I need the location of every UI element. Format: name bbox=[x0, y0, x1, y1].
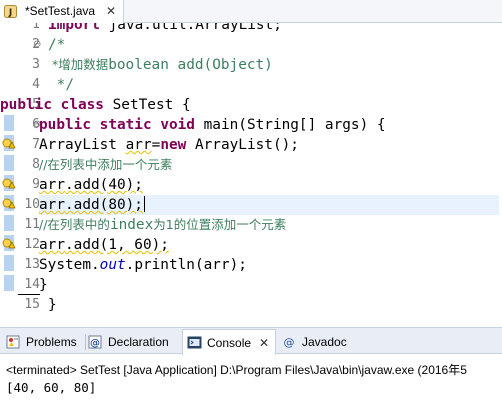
comment-text: *增加数据 bbox=[48, 57, 109, 72]
code-line-2: /* bbox=[48, 37, 66, 53]
line-number: 3 bbox=[32, 57, 40, 72]
javadoc-icon: @ bbox=[284, 336, 295, 349]
code-line-3: *增加数据boolean add(Object) bbox=[48, 55, 273, 75]
line-number: 4 bbox=[32, 77, 40, 92]
code-line-9: arr.add(40); bbox=[39, 175, 143, 195]
variable-arr: arr bbox=[39, 177, 65, 193]
comment-text: boolean add(Object) bbox=[108, 57, 273, 73]
editor-tab-settest[interactable]: J *SetTest.java ✕ bbox=[0, 0, 124, 23]
svg-text:@: @ bbox=[284, 336, 295, 349]
comment-text: 为1的位置添加一个元素 bbox=[153, 217, 287, 232]
code-line-1: import java.util.ArrayList; bbox=[48, 23, 282, 35]
code-text: = bbox=[151, 137, 161, 153]
tab-label: Problems bbox=[26, 335, 77, 349]
tab-declaration[interactable]: @ Declaration bbox=[88, 330, 169, 354]
view-tab-bar: Problems @ Declaration Console ✕ @ Javad… bbox=[0, 328, 502, 355]
problems-icon bbox=[6, 335, 20, 349]
console-status-line: <terminated> SetTest [Java Application] … bbox=[6, 363, 467, 377]
static-field: out bbox=[99, 257, 126, 273]
tab-separator bbox=[85, 334, 86, 350]
code-text: .add(40); bbox=[65, 177, 143, 193]
tab-console[interactable]: Console ✕ bbox=[182, 329, 276, 355]
change-marker bbox=[4, 155, 14, 171]
code-line-15: } bbox=[48, 297, 57, 311]
warning-icon[interactable] bbox=[2, 196, 16, 210]
change-marker bbox=[4, 115, 14, 131]
code-editor[interactable]: 1 2 3 4 5 6 7 8 9 10 11 12 13 14 15 ⊖ ⊖ … bbox=[0, 23, 502, 311]
keyword: class bbox=[60, 97, 104, 113]
code-text: .add(1, 60); bbox=[65, 237, 169, 253]
code-line-10: arr.add(80); bbox=[39, 195, 499, 215]
code-text: ArrayList bbox=[39, 137, 126, 153]
code-text: SetTest { bbox=[103, 97, 191, 113]
current-line-indicator bbox=[18, 294, 40, 295]
panel-divider bbox=[0, 311, 502, 327]
tab-label: Declaration bbox=[108, 335, 169, 349]
warning-icon[interactable] bbox=[2, 176, 16, 190]
code-line-14: } bbox=[39, 277, 48, 293]
code-line-7: ArrayList arr=new ArrayList(); bbox=[39, 135, 299, 155]
code-line-13: System.out.println(arr); bbox=[39, 255, 247, 275]
keyword: void bbox=[160, 117, 195, 133]
editor-tab-title: *SetTest.java bbox=[25, 4, 96, 18]
variable-arr: arr bbox=[39, 197, 65, 213]
warning-icon[interactable] bbox=[2, 236, 16, 250]
line-number: 11 bbox=[24, 217, 40, 232]
tab-label: Javadoc bbox=[302, 335, 347, 349]
code-text: ArrayList(); bbox=[186, 137, 299, 153]
keyword: static bbox=[99, 117, 152, 133]
code-line-6: public static void main(String[] args) { bbox=[39, 115, 386, 135]
left-ruler bbox=[0, 23, 18, 311]
text-cursor bbox=[143, 196, 145, 212]
java-file-icon: J bbox=[4, 5, 17, 18]
close-icon[interactable]: ✕ bbox=[106, 4, 116, 18]
code-text: java.util.ArrayList; bbox=[99, 23, 282, 33]
change-marker bbox=[4, 275, 14, 291]
tab-javadoc[interactable]: @ Javadoc bbox=[282, 330, 347, 354]
console-output[interactable]: [40, 60, 80] bbox=[6, 380, 96, 395]
code-line-8: //在列表中添加一个元素 bbox=[39, 155, 172, 175]
fold-toggle-icon[interactable]: ⊖ bbox=[33, 35, 41, 55]
editor-tab-bar: J *SetTest.java ✕ bbox=[0, 0, 502, 23]
code-line-4: */ bbox=[48, 77, 74, 93]
console-icon bbox=[187, 336, 202, 348]
code-text: .add(80); bbox=[65, 197, 143, 213]
code-text: .println(arr); bbox=[125, 257, 247, 273]
line-number: 12 bbox=[24, 237, 40, 252]
tab-label: Console bbox=[207, 335, 252, 350]
comment-text: //在列表中添加一个元素 bbox=[39, 157, 173, 172]
declaration-icon: @ bbox=[88, 335, 102, 349]
line-number: 10 bbox=[24, 197, 40, 212]
line-number: 14 bbox=[24, 277, 40, 292]
comment-text: index bbox=[109, 217, 154, 233]
change-marker bbox=[4, 215, 14, 231]
close-icon[interactable]: ✕ bbox=[259, 336, 269, 350]
line-number: 13 bbox=[24, 257, 40, 272]
comment-text: //在列表中的 bbox=[39, 217, 110, 232]
variable-arr: arr bbox=[125, 137, 152, 153]
code-line-12: arr.add(1, 60); bbox=[39, 235, 169, 255]
warning-icon[interactable] bbox=[2, 136, 16, 150]
keyword: new bbox=[160, 137, 187, 153]
code-text: main(String[] args) { bbox=[194, 117, 386, 133]
code-text: System. bbox=[39, 257, 100, 273]
code-line-5: public class SetTest { bbox=[0, 95, 191, 115]
bottom-view-panel: Problems @ Declaration Console ✕ @ Javad… bbox=[0, 327, 502, 406]
keyword: public bbox=[0, 97, 52, 113]
keyword: public bbox=[39, 117, 91, 133]
keyword: import bbox=[48, 23, 100, 33]
line-number: 15 bbox=[24, 297, 40, 311]
code-line-11: //在列表中的index为1的位置添加一个元素 bbox=[39, 215, 286, 235]
svg-text:@: @ bbox=[90, 338, 100, 349]
change-marker bbox=[4, 255, 14, 271]
variable-arr: arr bbox=[39, 237, 65, 253]
svg-text:J: J bbox=[8, 8, 12, 18]
tab-problems[interactable]: Problems bbox=[6, 330, 77, 354]
line-number: 1 bbox=[32, 23, 40, 32]
